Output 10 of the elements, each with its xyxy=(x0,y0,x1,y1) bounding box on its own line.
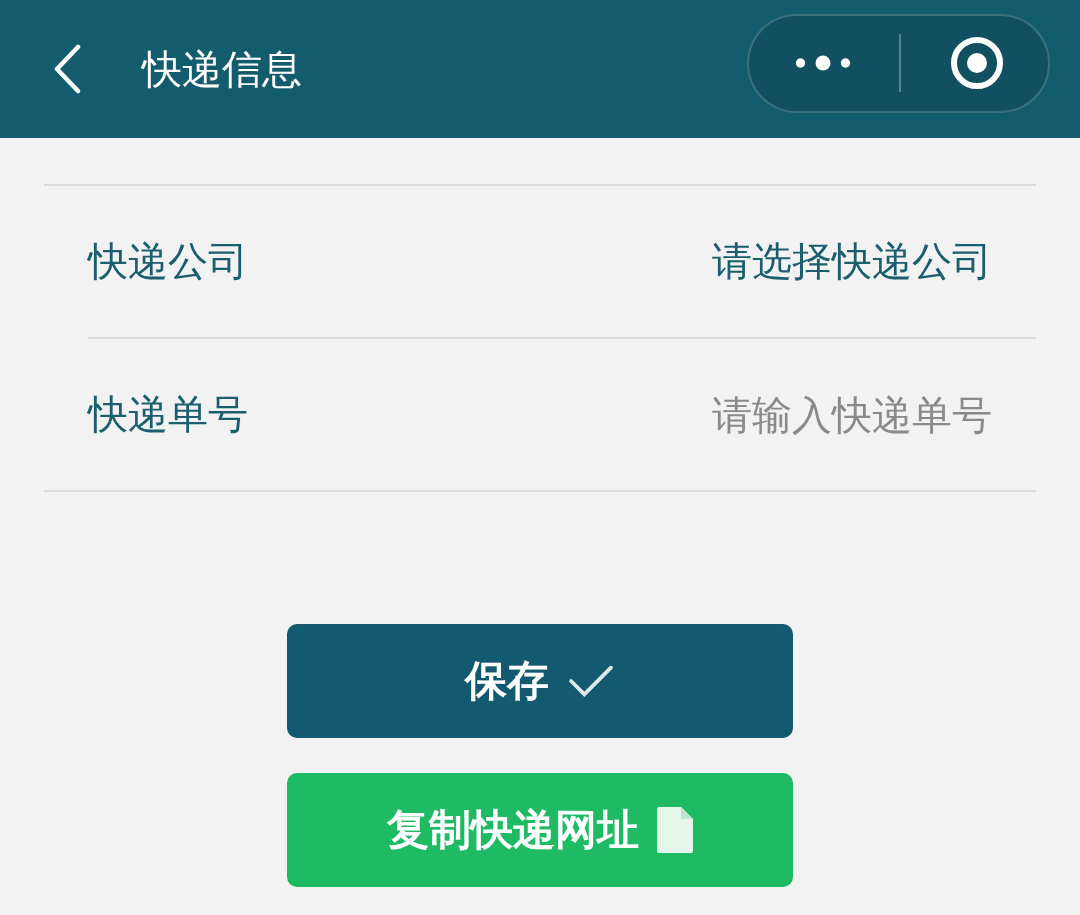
save-button[interactable]: 保存 xyxy=(287,624,793,738)
back-icon[interactable] xyxy=(52,44,82,94)
page-title: 快递信息 xyxy=(142,44,303,94)
field-label: 快递单号 xyxy=(88,390,248,439)
field-label: 快递公司 xyxy=(88,237,248,286)
more-icon[interactable] xyxy=(793,53,853,73)
tracking-number-field[interactable]: 请输入快递单号 xyxy=(632,391,992,438)
document-icon xyxy=(657,807,693,853)
company-picker[interactable]: 请选择快递公司 xyxy=(712,234,992,289)
close-icon[interactable] xyxy=(949,35,1005,91)
